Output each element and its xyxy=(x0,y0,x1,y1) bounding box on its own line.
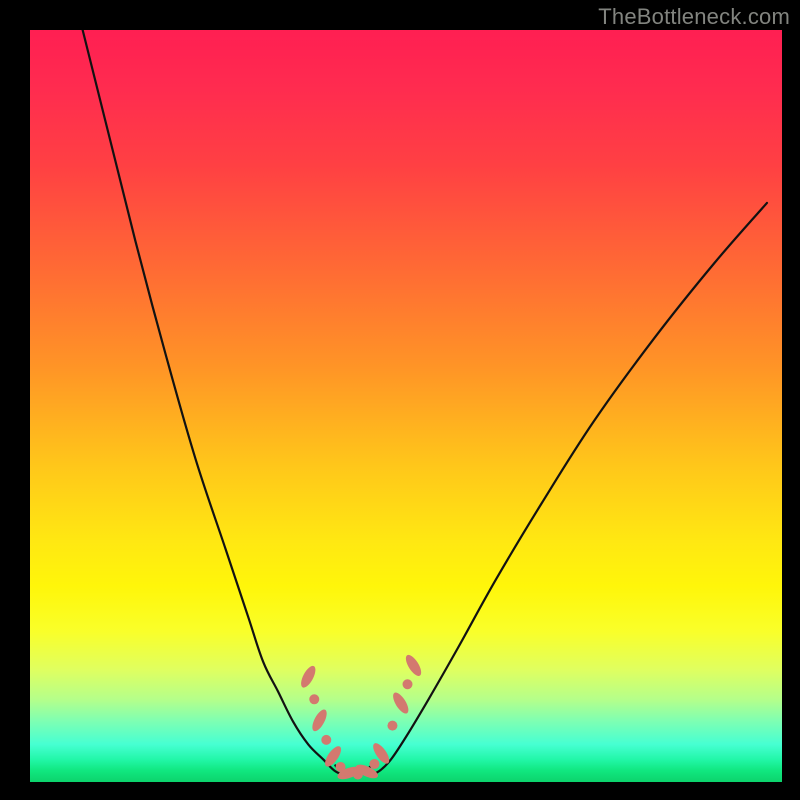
marker-dot-9 xyxy=(369,759,379,769)
marker-pill-14 xyxy=(403,653,424,679)
marker-dot-3 xyxy=(321,735,331,745)
curve-layer xyxy=(30,30,782,782)
plot-area xyxy=(30,30,782,782)
marker-pill-2 xyxy=(309,707,329,733)
marker-group xyxy=(298,653,424,782)
marker-pill-12 xyxy=(390,690,411,716)
watermark-text: TheBottleneck.com xyxy=(598,4,790,30)
series-right-branch xyxy=(368,203,767,776)
series-left-branch xyxy=(83,30,346,776)
curve-group xyxy=(83,30,767,776)
marker-pill-0 xyxy=(298,664,318,690)
chart-stage: TheBottleneck.com xyxy=(0,0,800,800)
marker-dot-1 xyxy=(309,694,319,704)
marker-dot-11 xyxy=(387,721,397,731)
marker-dot-13 xyxy=(403,679,413,689)
